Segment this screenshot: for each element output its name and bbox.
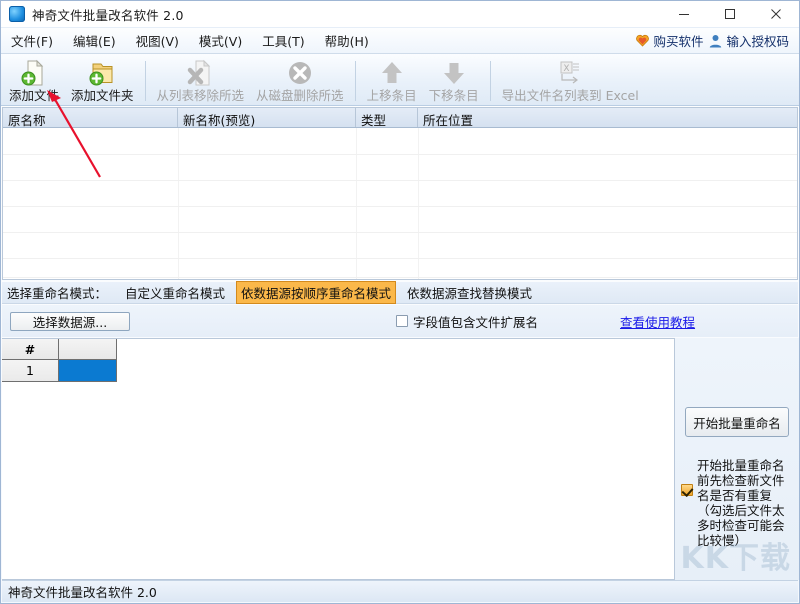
move-item-up-button[interactable]: 上移条目 — [361, 55, 423, 105]
include-extension-checkbox[interactable]: 字段值包含文件扩展名 — [396, 312, 538, 331]
buy-software-label: 购买软件 — [653, 34, 704, 49]
delete-from-disk-label: 从磁盘删除所选 — [256, 88, 344, 103]
maximize-button[interactable] — [707, 1, 753, 28]
check-duplicate-label: 开始批量重命名前先检查新文件名是否有重复（勾选后文件太多时检查可能会比较慢） — [697, 458, 785, 548]
add-file-button[interactable]: 添加文件 — [3, 55, 65, 105]
status-text: 神奇文件批量改名软件 2.0 — [8, 585, 157, 600]
heart-shield-icon — [636, 34, 650, 47]
window-title: 神奇文件批量改名软件 2.0 — [32, 7, 184, 23]
arrow-down-icon — [439, 58, 469, 88]
add-folder-button[interactable]: 添加文件夹 — [65, 55, 140, 105]
table-row[interactable]: 1 — [2, 360, 674, 382]
menu-bar: 文件(F) 编辑(E) 视图(V) 模式(V) 工具(T) 帮助(H) 购买软件 — [1, 28, 799, 54]
file-list-header: 原名称 新名称(预览) 类型 所在位置 — [3, 108, 797, 128]
move-item-down-button[interactable]: 下移条目 — [423, 55, 485, 105]
export-excel-label: 导出文件名列表到 Excel — [501, 88, 639, 103]
mode-datasource-sequential[interactable]: 依数据源按顺序重命名模式 — [236, 281, 397, 304]
move-item-down-label: 下移条目 — [428, 88, 479, 103]
svg-text:X: X — [564, 64, 570, 74]
export-excel-button[interactable]: X 导出文件名列表到 Excel — [496, 55, 645, 105]
person-icon — [709, 34, 722, 48]
add-folder-label: 添加文件夹 — [71, 88, 134, 103]
include-extension-checkbox-box[interactable] — [396, 315, 408, 327]
grid-cell-selected[interactable] — [59, 360, 117, 382]
list-column-divider — [356, 128, 357, 279]
toolbar-separator-3 — [489, 61, 491, 101]
list-row-divider — [3, 232, 797, 233]
mode-custom-rename[interactable]: 自定义重命名模式 — [120, 281, 230, 304]
column-header-location[interactable]: 所在位置 — [418, 108, 797, 127]
list-column-divider — [178, 128, 179, 279]
menu-mode[interactable]: 模式(V) — [189, 28, 252, 53]
action-panel: 开始批量重命名 开始批量重命名前先检查新文件名是否有重复（勾选后文件太多时检查可… — [675, 338, 799, 580]
grid-row-index[interactable]: 1 — [2, 360, 59, 382]
list-row-divider — [3, 180, 797, 181]
arrow-up-icon — [377, 58, 407, 88]
column-header-original-name[interactable]: 原名称 — [3, 108, 178, 127]
application-window: 神奇文件批量改名软件 2.0 文件(F) 编辑(E) 视图(V) 模式(V) 工… — [0, 0, 800, 604]
toolbar: 添加文件 添加文件夹 从列表移除所选 从磁盘删除所选 上移条目 下移条目 X 导… — [1, 54, 799, 106]
menu-file[interactable]: 文件(F) — [1, 28, 63, 53]
delete-from-disk-icon — [285, 58, 315, 88]
remove-from-list-icon — [185, 58, 215, 88]
toolbar-separator-2 — [354, 61, 356, 101]
add-folder-icon — [87, 58, 117, 88]
include-extension-label: 字段值包含文件扩展名 — [413, 314, 539, 330]
list-row-divider — [3, 277, 797, 278]
delete-from-disk-button[interactable]: 从磁盘删除所选 — [250, 55, 350, 105]
list-row-divider — [3, 206, 797, 207]
enter-license-label: 输入授权码 — [726, 34, 789, 49]
list-row-divider — [3, 258, 797, 259]
rename-mode-bar: 选择重命名模式： 自定义重命名模式 依数据源按顺序重命名模式 依数据源查找替换模… — [2, 281, 798, 304]
list-column-divider — [418, 128, 419, 279]
export-excel-icon: X — [550, 58, 590, 88]
list-row-divider — [3, 154, 797, 155]
remove-from-list-label: 从列表移除所选 — [156, 88, 245, 103]
start-batch-rename-button[interactable]: 开始批量重命名 — [685, 407, 789, 437]
add-file-icon — [19, 58, 49, 88]
file-list[interactable]: 原名称 新名称(预览) 类型 所在位置 — [2, 107, 798, 280]
datasource-grid-header: # — [2, 339, 674, 360]
move-item-up-label: 上移条目 — [366, 88, 417, 103]
remove-from-list-button[interactable]: 从列表移除所选 — [151, 55, 251, 105]
menu-view[interactable]: 视图(V) — [126, 28, 189, 53]
datasource-grid[interactable]: # 1 — [2, 338, 675, 580]
window-controls — [661, 1, 799, 28]
status-bar: 神奇文件批量改名软件 2.0 — [2, 580, 798, 602]
choose-datasource-button[interactable]: 选择数据源... — [10, 311, 130, 331]
grid-header-field[interactable] — [59, 339, 117, 360]
view-tutorial-link[interactable]: 查看使用教程 — [620, 312, 695, 331]
mode-datasource-find-replace[interactable]: 依数据源查找替换模式 — [402, 281, 537, 304]
datasource-bar: 选择数据源... 字段值包含文件扩展名 查看使用教程 — [2, 305, 798, 337]
rename-mode-label: 选择重命名模式： — [7, 286, 108, 301]
minimize-button[interactable] — [661, 1, 707, 28]
check-duplicate-checkbox-box[interactable] — [681, 484, 693, 496]
column-header-type[interactable]: 类型 — [356, 108, 418, 127]
enter-license-link[interactable]: 输入授权码 — [709, 31, 789, 50]
file-list-body[interactable] — [3, 128, 797, 279]
column-header-new-name[interactable]: 新名称(预览) — [178, 108, 356, 127]
menu-edit[interactable]: 编辑(E) — [63, 28, 126, 53]
buy-software-link[interactable]: 购买软件 — [636, 31, 703, 50]
close-button[interactable] — [753, 1, 799, 28]
title-bar: 神奇文件批量改名软件 2.0 — [1, 1, 799, 28]
check-duplicate-checkbox[interactable]: 开始批量重命名前先检查新文件名是否有重复（勾选后文件太多时检查可能会比较慢） — [681, 458, 797, 548]
app-logo-icon — [9, 6, 25, 22]
add-file-label: 添加文件 — [9, 88, 60, 103]
menu-help[interactable]: 帮助(H) — [315, 28, 379, 53]
menu-tools[interactable]: 工具(T) — [252, 28, 314, 53]
toolbar-separator-1 — [144, 61, 146, 101]
grid-header-index[interactable]: # — [2, 339, 59, 360]
menu-bar-right: 购买软件 输入授权码 — [636, 31, 799, 50]
